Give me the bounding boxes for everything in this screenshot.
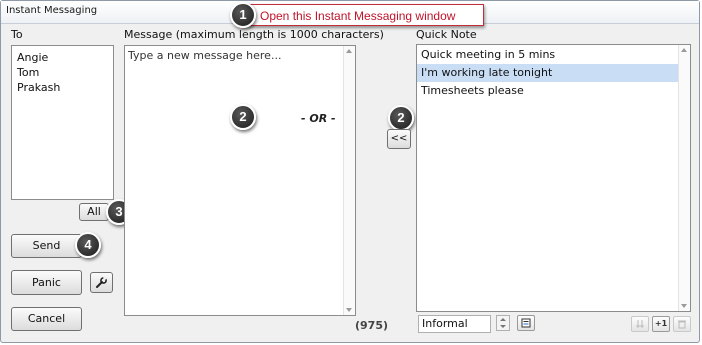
spin-down-icon[interactable] (500, 325, 506, 328)
spin-up-icon[interactable] (500, 318, 506, 321)
or-text: - OR - (301, 112, 336, 125)
step-badge-4: 4 (75, 232, 101, 258)
message-placeholder: Type a new message here... (128, 49, 282, 62)
step-badge-1: 1 (230, 2, 256, 28)
sort-icon (636, 320, 644, 328)
insert-quick-note-button[interactable]: << (387, 129, 411, 149)
panic-button[interactable]: Panic (11, 270, 82, 295)
scroll-up-icon[interactable] (346, 49, 352, 53)
disabled-action-button[interactable] (631, 316, 649, 332)
character-count: (975) (355, 319, 389, 332)
cancel-button[interactable]: Cancel (11, 307, 82, 331)
recipient-item[interactable]: Angie (12, 50, 113, 65)
send-button[interactable]: Send (11, 234, 82, 258)
delete-note-button[interactable] (673, 316, 691, 332)
step-badge-2-message: 2 (230, 104, 256, 130)
quick-note-label: Quick Note (416, 28, 477, 41)
scroll-down-icon[interactable] (346, 308, 352, 312)
quick-note-list[interactable]: Quick meeting in 5 mins I'm working late… (416, 44, 691, 312)
trash-icon (678, 320, 686, 329)
to-label: To (11, 28, 23, 41)
message-scrollbar[interactable] (343, 46, 355, 315)
tone-spinner[interactable] (496, 315, 510, 331)
message-input[interactable]: Type a new message here... - OR - (124, 45, 356, 316)
edit-note-button[interactable] (517, 315, 535, 331)
recipients-list[interactable]: Angie Tom Prakash (11, 45, 114, 200)
callout-text: Open this Instant Messaging window (260, 9, 456, 23)
quick-note-item[interactable]: Timesheets please (417, 82, 690, 100)
settings-button[interactable] (90, 272, 113, 293)
tone-select[interactable]: Informal (418, 315, 491, 333)
message-label: Message (maximum length is 1000 characte… (124, 28, 384, 41)
recipient-item[interactable]: Tom (12, 65, 113, 80)
select-all-button[interactable]: All (79, 203, 109, 221)
add-note-button[interactable]: +1 (652, 316, 670, 332)
quick-note-item[interactable]: Quick meeting in 5 mins (417, 46, 690, 64)
callout-open-window: Open this Instant Messaging window (242, 4, 484, 26)
instant-messaging-window: Instant Messaging Open this Instant Mess… (0, 0, 700, 343)
scroll-up-icon[interactable] (681, 48, 687, 52)
recipient-item[interactable]: Prakash (12, 80, 113, 95)
window-title: Instant Messaging (6, 5, 98, 16)
edit-note-icon (521, 318, 531, 328)
quick-note-scrollbar[interactable] (678, 45, 690, 311)
scroll-down-icon[interactable] (681, 304, 687, 308)
step-badge-2-quicknote: 2 (388, 105, 414, 131)
wrench-icon (96, 276, 107, 288)
quick-note-item-selected[interactable]: I'm working late tonight (417, 64, 690, 82)
